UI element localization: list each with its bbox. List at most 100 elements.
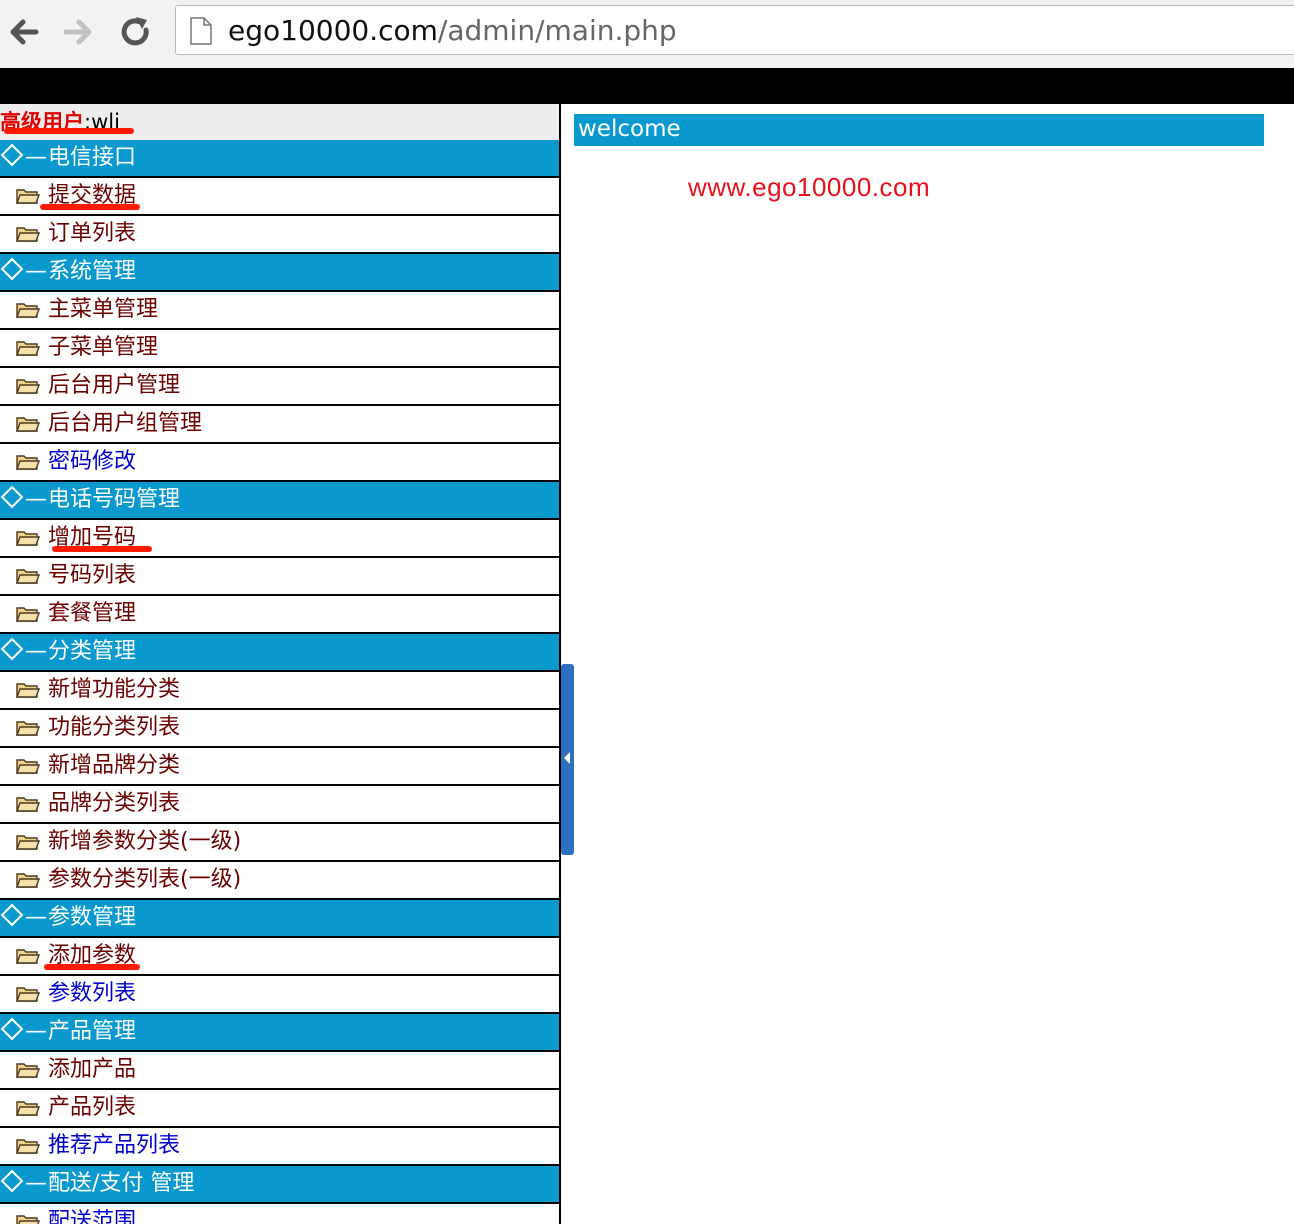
browser-toolbar: ego10000.com/admin/main.php [0,0,1294,69]
menu-group-header[interactable]: —电信接口 [0,140,559,178]
menu-item-label[interactable]: 订单列表 [48,216,136,252]
menu-item[interactable]: 新增品牌分类 [0,748,559,786]
group-dash: — [25,1171,47,1196]
annotation-underline [4,128,134,134]
menu-item-label[interactable]: 号码列表 [48,558,136,594]
page-icon [190,17,212,45]
menu-group-title: 电话号码管理 [48,487,181,512]
menu-group-header[interactable]: —电话号码管理 [0,482,559,520]
folder-open-icon [16,1215,40,1224]
url-text[interactable]: ego10000.com/admin/main.php [228,14,677,48]
menu-item-label[interactable]: 功能分类列表 [48,710,180,746]
folder-open-icon [16,569,40,584]
folder-open-icon [16,683,40,698]
menu-item[interactable]: 套餐管理 [0,596,559,634]
reload-icon[interactable] [118,14,154,50]
diamond-icon [0,903,24,927]
menu-item[interactable]: 参数列表 [0,976,559,1014]
menu-item-label[interactable]: 参数列表 [48,976,136,1012]
site-url-text: www.ego10000.com [688,172,931,202]
menu-item-label[interactable]: 添加产品 [48,1052,136,1088]
folder-open-icon [16,1101,40,1116]
menu-item-label[interactable]: 产品列表 [48,1090,136,1126]
menu-item-label[interactable]: 配送范围 [48,1204,136,1224]
folder-open-icon [16,759,40,774]
arrow-left-icon[interactable] [6,14,42,50]
group-dash: — [25,487,47,512]
menu-group-title: 分类管理 [48,639,137,664]
top-banner [0,68,1294,104]
menu-group-header[interactable]: —参数管理 [0,900,559,938]
menu-item[interactable]: 推荐产品列表 [0,1128,559,1166]
menu-item-label[interactable]: 后台用户组管理 [48,406,202,442]
annotation-underline [52,546,152,552]
menu-item[interactable]: 提交数据 [0,178,559,216]
menu-item[interactable]: 订单列表 [0,216,559,254]
folder-open-icon [16,189,40,204]
menu-group-title: 参数管理 [48,905,137,930]
menu-item-label[interactable]: 新增功能分类 [48,672,180,708]
menu-item[interactable]: 添加产品 [0,1052,559,1090]
menu-item[interactable]: 增加号码 [0,520,559,558]
folder-open-icon [16,797,40,812]
menu-group-header[interactable]: —分类管理 [0,634,559,672]
menu-group-header[interactable]: —系统管理 [0,254,559,292]
menu-group-header[interactable]: —产品管理 [0,1014,559,1052]
annotation-underline [44,964,140,970]
folder-open-icon [16,873,40,888]
menu-item[interactable]: 配送范围 [0,1204,559,1224]
menu-item[interactable]: 子菜单管理 [0,330,559,368]
menu-item-label[interactable]: 参数分类列表(一级) [48,862,241,898]
menu-item-label[interactable]: 新增品牌分类 [48,748,180,784]
group-dash: — [25,259,47,284]
url-host: ego10000.com [228,14,438,47]
url-path: /admin/main.php [437,14,677,47]
menu-item[interactable]: 新增功能分类 [0,672,559,710]
menu-group-header[interactable]: —配送/支付 管理 [0,1166,559,1204]
menu-item[interactable]: 添加参数 [0,938,559,976]
folder-open-icon [16,531,40,546]
folder-open-icon [16,455,40,470]
group-dash: — [25,905,47,930]
menu-item-label[interactable]: 品牌分类列表 [48,786,180,822]
folder-open-icon [16,417,40,432]
folder-open-icon [16,607,40,622]
group-dash: — [25,1019,47,1044]
address-bar[interactable]: ego10000.com/admin/main.php [175,5,1294,55]
menu-groups: —电信接口 提交数据 订单列表 —系统管理 主菜单管理 子菜单管理 后台用户管理 后台用户组管… [0,140,559,1224]
menu-item[interactable]: 密码修改 [0,444,559,482]
welcome-header: welcome [574,114,1264,146]
menu-item[interactable]: 品牌分类列表 [0,786,559,824]
folder-open-icon [16,949,40,964]
menu-item-label[interactable]: 新增参数分类(一级) [48,824,241,860]
menu-item[interactable]: 后台用户管理 [0,368,559,406]
menu-item-label[interactable]: 后台用户管理 [48,368,180,404]
menu-item[interactable]: 新增参数分类(一级) [0,824,559,862]
folder-open-icon [16,987,40,1002]
folder-open-icon [16,721,40,736]
arrow-right-icon[interactable] [60,14,96,50]
sidebar-toggle-handle[interactable] [561,664,574,855]
folder-open-icon [16,1139,40,1154]
menu-group-title: 配送/支付 管理 [48,1171,195,1196]
collapse-arrow-icon [564,752,570,764]
folder-open-icon [16,227,40,242]
folder-open-icon [16,379,40,394]
menu-group-title: 产品管理 [48,1019,137,1044]
menu-item-label[interactable]: 子菜单管理 [48,330,158,366]
folder-open-icon [16,341,40,356]
menu-item-label[interactable]: 套餐管理 [48,596,136,632]
diamond-icon [0,637,24,661]
diamond-icon [0,485,24,509]
menu-item[interactable]: 号码列表 [0,558,559,596]
menu-item-label[interactable]: 推荐产品列表 [48,1128,180,1164]
diamond-icon [0,143,24,167]
menu-item[interactable]: 后台用户组管理 [0,406,559,444]
menu-group-title: 电信接口 [48,145,137,170]
menu-item-label[interactable]: 主菜单管理 [48,292,158,328]
menu-item[interactable]: 产品列表 [0,1090,559,1128]
menu-item[interactable]: 功能分类列表 [0,710,559,748]
menu-item-label[interactable]: 密码修改 [48,444,136,480]
menu-item[interactable]: 主菜单管理 [0,292,559,330]
menu-item[interactable]: 参数分类列表(一级) [0,862,559,900]
